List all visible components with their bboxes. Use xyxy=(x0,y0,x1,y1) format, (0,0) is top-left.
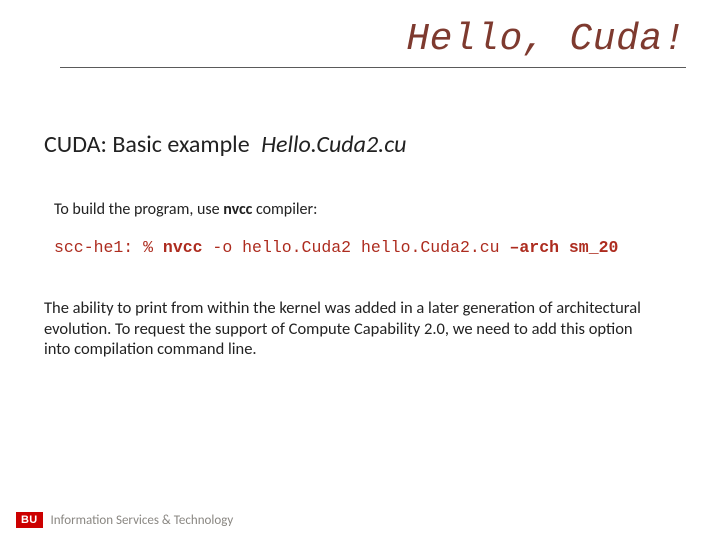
build-compiler-name: nvcc xyxy=(223,200,252,219)
code-line: scc-he1: % nvcc -o hello.Cuda2 hello.Cud… xyxy=(54,238,618,257)
build-pre: To build the program, use xyxy=(54,200,223,219)
slide: Hello, Cuda! CUDA: Basic example Hello.C… xyxy=(0,0,720,540)
title-block: Hello, Cuda! xyxy=(60,18,686,68)
subtitle-prefix: CUDA: Basic example xyxy=(44,130,255,159)
footer: BU Information Services & Technology xyxy=(16,512,233,528)
build-post: compiler: xyxy=(252,200,317,219)
body-paragraph: The ability to print from within the ker… xyxy=(44,298,660,360)
code-arch: –arch sm_20 xyxy=(509,238,618,257)
code-compiler: nvcc xyxy=(163,238,203,257)
subtitle: CUDA: Basic example Hello.Cuda2.cu xyxy=(44,130,407,159)
code-middle: -o hello.Cuda2 hello.Cuda2.cu xyxy=(203,238,510,257)
bu-logo-icon: BU xyxy=(16,512,43,528)
build-instruction: To build the program, use nvcc compiler: xyxy=(54,200,317,219)
subtitle-filename: Hello.Cuda2.cu xyxy=(261,130,406,159)
code-prompt: scc-he1: % xyxy=(54,238,163,257)
slide-title: Hello, Cuda! xyxy=(60,18,686,65)
title-underline xyxy=(60,67,686,68)
footer-org: Information Services & Technology xyxy=(51,513,234,528)
